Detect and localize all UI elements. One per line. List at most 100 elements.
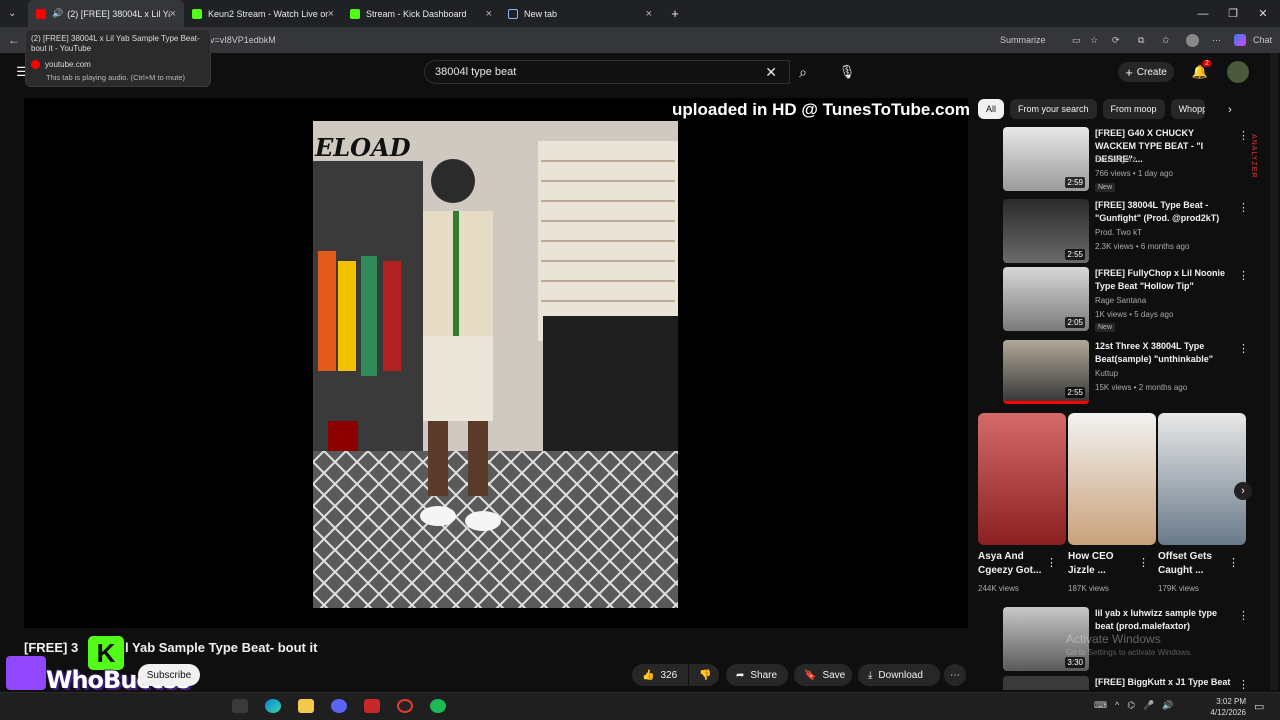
summarize-button[interactable]: Summarize: [1000, 35, 1046, 45]
refresh-icon[interactable]: ⟳: [1112, 35, 1120, 46]
account-avatar[interactable]: [1227, 61, 1249, 83]
short-thumbnail[interactable]: [1068, 413, 1156, 545]
video-thumbnail[interactable]: 2:55: [1003, 199, 1089, 263]
short-title[interactable]: Offset Gets Caught ...: [1158, 550, 1232, 578]
discord-icon[interactable]: [331, 699, 347, 713]
recommendation-item[interactable]: 2:55 12st Three X 38004L Type Beat(sampl…: [1003, 340, 1253, 404]
spotify-icon[interactable]: [430, 699, 446, 713]
share-button[interactable]: ➦ Share: [726, 664, 788, 686]
channel-name[interactable]: Prod. Two kT: [1095, 228, 1142, 237]
more-icon[interactable]: ⋯: [1212, 35, 1221, 46]
chip-from-moop[interactable]: From moop: [1102, 99, 1165, 119]
shorts-next-button[interactable]: ›: [1234, 482, 1252, 500]
short-thumbnail[interactable]: [978, 413, 1066, 545]
obs-icon[interactable]: [397, 699, 413, 713]
video-artwork: ELOAD: [313, 121, 678, 608]
speaker-icon[interactable]: 🔊: [52, 8, 63, 19]
download-button[interactable]: ⤓ Download: [858, 664, 940, 686]
more-vert-icon[interactable]: ⋮: [1046, 556, 1057, 569]
tab-youtube[interactable]: 🔊 (2) [FREE] 38004L x Lil Yab Sa... ×: [28, 0, 184, 27]
new-tab-button[interactable]: +: [660, 0, 690, 27]
close-tab-icon[interactable]: ×: [486, 8, 492, 20]
tab-kick-dashboard[interactable]: Stream - Kick Dashboard ×: [342, 0, 500, 27]
video-title[interactable]: [FREE] FullyChop x Lil Noonie Type Beat …: [1095, 267, 1235, 293]
close-tab-icon[interactable]: ×: [646, 8, 652, 20]
chips-next-button[interactable]: ›: [1223, 102, 1237, 118]
more-vert-icon[interactable]: ⋮: [1238, 678, 1249, 690]
voice-search-button[interactable]: 🎙: [834, 60, 860, 84]
keyboard-icon[interactable]: ⌨: [1094, 700, 1107, 711]
video-thumbnail[interactable]: 2:05: [1003, 267, 1089, 331]
favorite-icon[interactable]: ☆: [1090, 35, 1098, 46]
video-title[interactable]: [FREE] BiggKutt x J1 Type Beat: [1095, 676, 1235, 689]
file-explorer-icon[interactable]: [298, 699, 314, 713]
tab-new-tab[interactable]: New tab ×: [500, 0, 660, 27]
clear-search-icon[interactable]: ✕: [765, 64, 777, 81]
url-text[interactable]: v=vI8VP1edbkM: [210, 35, 276, 45]
more-actions-button[interactable]: ⋯: [944, 664, 966, 686]
taskbar-clock[interactable]: 3:02 PM 4/12/2026: [1200, 696, 1246, 718]
recommendation-item[interactable]: 2:05 [FREE] FullyChop x Lil Noonie Type …: [1003, 267, 1253, 332]
page-scrollbar[interactable]: [1270, 53, 1278, 690]
video-title[interactable]: lil yab x luhwizz sample type beat (prod…: [1095, 607, 1235, 633]
short-title[interactable]: Asya And Cgeezy Got...: [978, 550, 1052, 578]
task-view-icon[interactable]: [232, 699, 248, 713]
reader-icon[interactable]: ▭: [1072, 35, 1081, 46]
app-icon[interactable]: [364, 699, 380, 713]
more-vert-icon[interactable]: ⋮: [1228, 556, 1239, 569]
channel-name[interactable]: Rage Santana: [1095, 296, 1146, 305]
collections-icon[interactable]: ✩: [1162, 35, 1170, 46]
copilot-icon[interactable]: [1234, 34, 1246, 46]
mic-icon[interactable]: 🎤: [1143, 700, 1154, 711]
channel-name[interactable]: Earbangerz: [1095, 155, 1136, 164]
notifications-button[interactable]: 🔔 2: [1190, 60, 1212, 82]
chevron-up-icon[interactable]: ^: [1115, 700, 1119, 711]
chip-from-your-search[interactable]: From your search: [1010, 99, 1097, 119]
video-thumbnail[interactable]: 2:59: [1003, 127, 1089, 191]
short-title[interactable]: How CEO Jizzle ...: [1068, 550, 1142, 578]
more-vert-icon[interactable]: ⋮: [1238, 269, 1249, 282]
search-button[interactable]: ⌕: [790, 60, 816, 84]
edge-browser-icon[interactable]: [265, 699, 281, 713]
close-tab-icon[interactable]: ×: [328, 8, 334, 20]
more-vert-icon[interactable]: ⋮: [1238, 201, 1249, 214]
video-thumbnail[interactable]: 2:55: [1003, 340, 1089, 404]
like-button[interactable]: 👍 326: [632, 664, 688, 686]
recommendation-item[interactable]: [FREE] BiggKutt x J1 Type Beat ⋮: [1003, 676, 1253, 690]
windows-taskbar: [0, 692, 1280, 720]
extensions-icon[interactable]: ⧉: [1138, 35, 1144, 46]
more-vert-icon[interactable]: ⋮: [1138, 556, 1149, 569]
tab-list-button[interactable]: ⌄: [0, 0, 28, 27]
more-vert-icon[interactable]: ⋮: [1238, 129, 1249, 142]
video-title[interactable]: [FREE] 38004L Type Beat - "Gunfight" (Pr…: [1095, 199, 1235, 225]
short-views: 187K views: [1068, 584, 1109, 593]
url-fragment: v=vI8VP1edbkM: [210, 35, 276, 45]
recommendation-item[interactable]: 2:59 [FREE] G40 X CHUCKY WACKEM TYPE BEA…: [1003, 127, 1253, 192]
dislike-button[interactable]: 👎: [689, 664, 719, 686]
chip-all[interactable]: All: [978, 99, 1005, 119]
volume-icon[interactable]: 🔊: [1162, 700, 1173, 711]
video-thumbnail[interactable]: [1003, 676, 1089, 690]
save-button[interactable]: 🔖 Save: [794, 664, 852, 686]
tab-kick-stream[interactable]: Keun2 Stream - Watch Live on Kick ×: [184, 0, 342, 27]
video-title[interactable]: 12st Three X 38004L Type Beat(sample) "u…: [1095, 340, 1235, 366]
subscribe-button[interactable]: Subscribe: [138, 664, 200, 686]
recommendation-item[interactable]: 2:55 [FREE] 38004L Type Beat - "Gunfight…: [1003, 199, 1253, 263]
more-vert-icon[interactable]: ⋮: [1238, 609, 1249, 622]
maximize-button[interactable]: ❐: [1218, 0, 1248, 27]
short-thumbnail[interactable]: [1158, 413, 1246, 545]
back-icon[interactable]: ←: [8, 33, 20, 47]
minimize-button[interactable]: —: [1188, 0, 1218, 27]
more-vert-icon[interactable]: ⋮: [1238, 342, 1249, 355]
profile-avatar[interactable]: [1186, 33, 1199, 47]
activate-windows-title: Activate Windows: [1066, 632, 1161, 646]
close-tab-icon[interactable]: ×: [170, 8, 176, 20]
search-input[interactable]: 38004l type beat ✕: [424, 60, 790, 84]
channel-name[interactable]: Kuttup: [1095, 369, 1118, 378]
close-window-button[interactable]: ✕: [1248, 0, 1278, 27]
notification-center-icon[interactable]: ▭: [1254, 700, 1264, 713]
chip-whopp[interactable]: Whopp: [1170, 99, 1205, 119]
create-button[interactable]: + Create: [1118, 62, 1174, 82]
network-icon[interactable]: ⌬: [1127, 700, 1135, 711]
chat-label[interactable]: Chat: [1253, 35, 1272, 45]
